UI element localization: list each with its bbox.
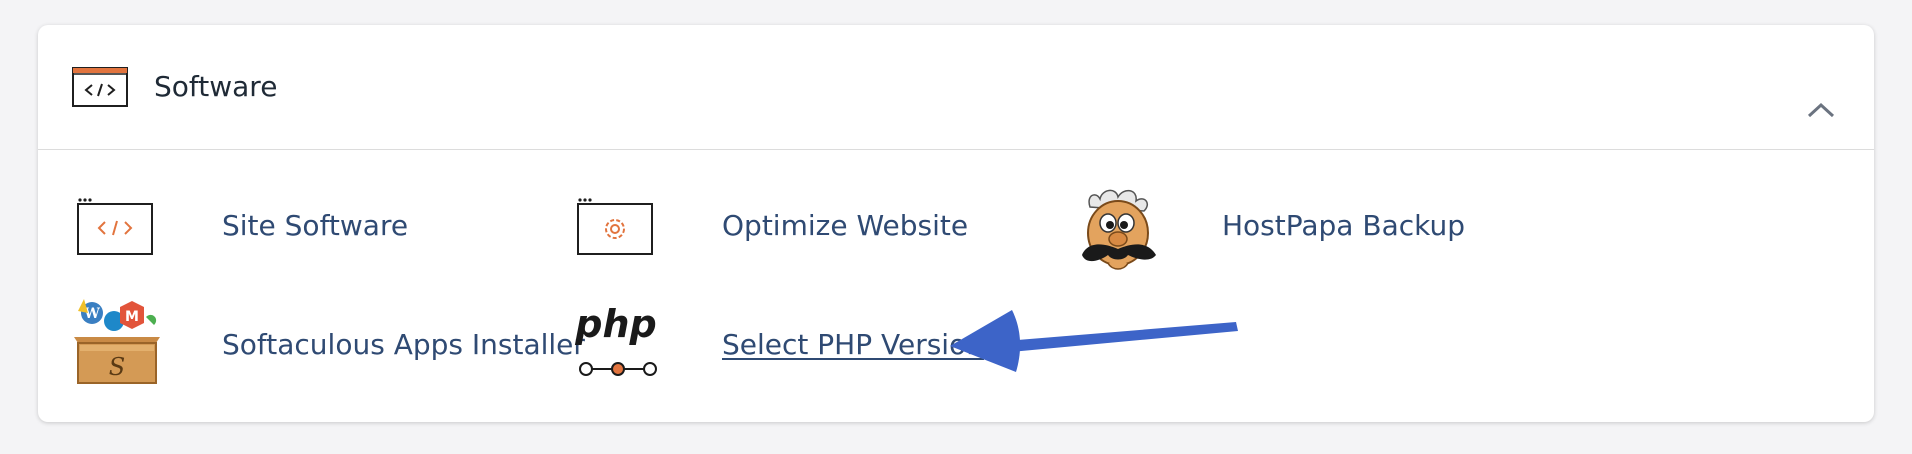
softaculous-apps-installer-label: Softaculous Apps Installer: [222, 328, 585, 361]
svg-text:S: S: [109, 353, 125, 381]
collapse-button[interactable]: [1806, 99, 1836, 123]
mustache-mascot-icon: [1072, 185, 1164, 285]
panel-header[interactable]: Software: [38, 25, 1874, 150]
select-php-version-link[interactable]: php Select PHP Version: [574, 302, 994, 401]
svg-text:M: M: [125, 309, 139, 325]
select-php-version-label: Select PHP Version: [722, 328, 984, 361]
php-icon: php: [574, 302, 662, 385]
section-title: Software: [154, 70, 278, 103]
optimize-website-label: Optimize Website: [722, 209, 969, 242]
page: Software Site Software Optimize Website …: [0, 0, 1912, 454]
site-software-link[interactable]: Site Software: [76, 196, 409, 292]
php-logo-text: php: [574, 305, 656, 346]
software-panel: Software Site Software Optimize Website …: [38, 25, 1874, 422]
hostpapa-backup-link[interactable]: HostPapa Backup: [1072, 185, 1466, 281]
chevron-up-icon: [1807, 102, 1835, 118]
code-window-icon: [72, 67, 128, 107]
hostpapa-backup-label: HostPapa Backup: [1222, 209, 1466, 242]
code-window-icon: [76, 196, 156, 262]
softaculous-toolbox-icon: W M S: [68, 293, 166, 395]
site-software-label: Site Software: [222, 209, 409, 242]
gear-window-icon: [576, 196, 656, 262]
softaculous-apps-installer-link[interactable]: W M S Softaculous Apps Installer: [68, 293, 588, 389]
optimize-website-link[interactable]: Optimize Website: [576, 196, 969, 292]
